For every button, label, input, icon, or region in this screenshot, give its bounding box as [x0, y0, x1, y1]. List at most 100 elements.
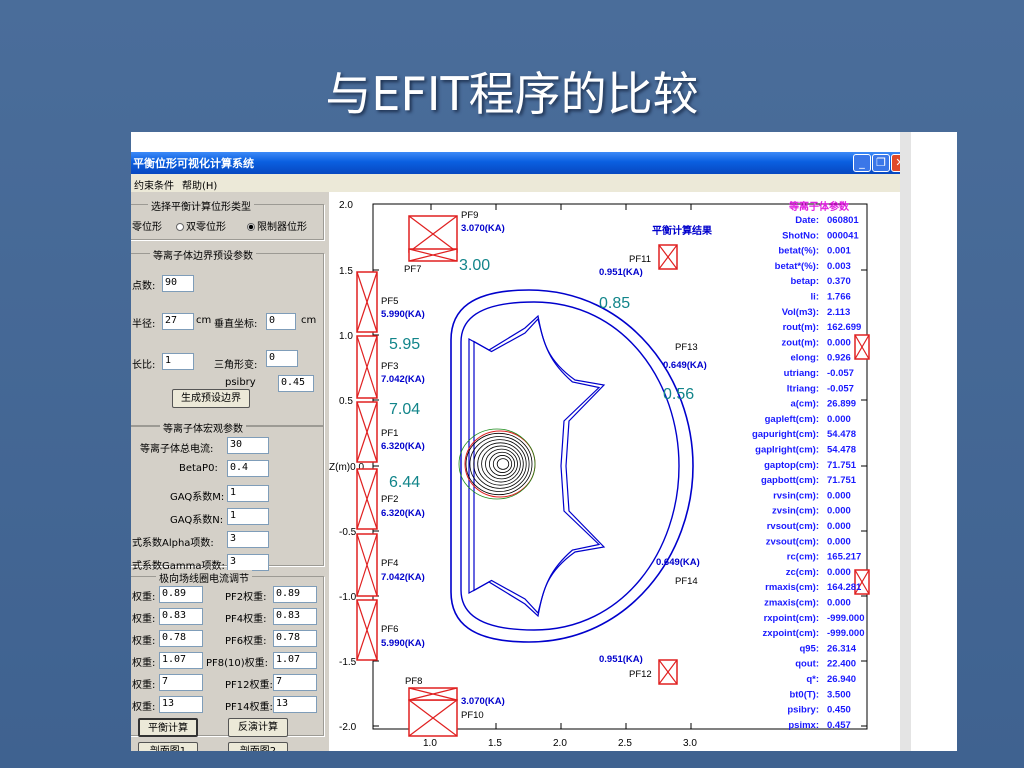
psibry-label: psibry	[225, 377, 256, 388]
x-tick-label: 2.5	[618, 738, 632, 749]
param-value: 165.217	[827, 552, 861, 563]
generate-boundary-button[interactable]: 生成预设边界	[172, 389, 250, 408]
pf-weight-label: PF14权重:	[225, 702, 273, 713]
pf-weight-input[interactable]: 0.89	[273, 586, 317, 603]
param-key: rvsin(cm):	[773, 490, 819, 501]
radius-input[interactable]: 27	[162, 313, 194, 330]
psibry-input[interactable]: 0.45	[278, 375, 314, 392]
pf-weight-label: PF12权重:	[225, 680, 273, 691]
radio-double-null-label: 双零位形	[186, 222, 226, 233]
gamma-input[interactable]: 3	[227, 554, 269, 571]
param-value: 26.940	[827, 674, 856, 685]
x-tick-label: 1.0	[423, 738, 437, 749]
param-key: rxpoint(cm):	[764, 613, 819, 624]
param-key: utriang:	[784, 368, 819, 379]
param-key: Date:	[795, 215, 819, 226]
current-input[interactable]: 30	[227, 437, 269, 454]
points-input[interactable]: 90	[162, 275, 194, 292]
param-value: 0.000	[827, 490, 851, 501]
pf-weight-input[interactable]: 7	[273, 674, 317, 691]
param-value: 1.766	[827, 292, 851, 303]
scrollbar[interactable]	[900, 132, 911, 751]
param-value: 0.000	[827, 414, 851, 425]
param-key: ltriang:	[787, 383, 819, 394]
param-value: 54.478	[827, 445, 856, 456]
radius-unit: cm	[196, 315, 212, 326]
elong-input[interactable]: 1	[162, 353, 194, 370]
gaqn-input[interactable]: 1	[227, 508, 269, 525]
gaqn-label: GAQ系数N:	[170, 515, 224, 526]
coil-weight-input[interactable]: 13	[159, 696, 203, 713]
profile1-button[interactable]: 剖面图1	[138, 742, 198, 751]
pf-weight-label: PF4权重:	[225, 614, 267, 625]
menu-help[interactable]: 帮助(H)	[182, 177, 217, 192]
coil-weight-input[interactable]: 7	[159, 674, 203, 691]
radio-limiter[interactable]: 限制器位形	[245, 218, 307, 233]
param-key: psibry:	[787, 705, 819, 716]
coil-label-pf10c: 3.070(KA)	[461, 696, 505, 707]
restore-icon[interactable]: ❐	[872, 154, 890, 172]
alpha-input[interactable]: 3	[227, 531, 269, 548]
beta-label: BetaP0:	[179, 463, 218, 474]
y-tick-label: 1.0	[339, 331, 353, 342]
coil-label-pf9: PF9	[461, 210, 478, 221]
y-tick-label: -1.5	[339, 657, 357, 668]
vcoord-label: 垂直坐标:	[214, 319, 258, 330]
beta-input[interactable]: 0.4	[227, 460, 269, 477]
inverse-calc-button[interactable]: 反演计算	[228, 718, 288, 737]
param-key: betap:	[791, 276, 820, 287]
coil-label-pf11: PF11	[629, 254, 651, 265]
equilibrium-plot-area: 2.0 1.5 1.0 0.5 Z(m)0.0 -0.5 -1.0 -1.5 -2.0 1.0 1.…	[329, 192, 911, 751]
coil-weight-input[interactable]: 0.78	[159, 630, 203, 647]
pf-weight-label: PF2权重:	[225, 592, 267, 603]
param-key: betat(%):	[778, 246, 819, 257]
macro-group-label: 等离子体宏观参数	[160, 420, 246, 435]
tri-label: 三角形变:	[214, 360, 258, 371]
coil-label-pf9c: 3.070(KA)	[461, 223, 505, 234]
param-value: 2.113	[827, 307, 850, 318]
equilibrium-calc-button[interactable]: 平衡计算	[138, 718, 198, 737]
param-key: gaplright(cm):	[755, 445, 819, 456]
coil-label-pf10: PF10	[461, 710, 484, 721]
coil-weight-input[interactable]: 0.89	[159, 586, 203, 603]
param-key: rmaxis(cm):	[765, 582, 819, 593]
pf-weight-label: PF8(10)权重:	[206, 658, 269, 669]
param-value: 0.000	[827, 536, 851, 547]
param-key: zvsout(cm):	[766, 536, 819, 547]
param-value: 22.400	[827, 659, 856, 670]
y-tick-label: -0.5	[339, 527, 357, 538]
y-tick-label: 0.5	[339, 396, 353, 407]
radio-circle-icon[interactable]	[176, 223, 184, 231]
param-key: zxpoint(cm):	[763, 628, 819, 639]
gaqm-input[interactable]: 1	[227, 485, 269, 502]
param-key: gapuright(cm):	[752, 429, 819, 440]
coil-weight-input[interactable]: 0.83	[159, 608, 203, 625]
param-value: 0.450	[827, 705, 851, 716]
result-title: 平衡计算结果	[652, 224, 713, 237]
coil-label-pf2: PF2	[381, 494, 398, 505]
efit-value: 0.85	[599, 295, 630, 312]
coil-label-pf7: PF7	[404, 264, 421, 275]
radio-selected-icon[interactable]	[247, 223, 255, 231]
pf-weight-input[interactable]: 0.83	[273, 608, 317, 625]
param-value: 0.457	[827, 720, 851, 731]
app-window: 平衡位形可视化计算系统 _ ❐ ✕ 约束条件 帮助(H) 选择平衡计算位形类型 …	[131, 152, 911, 751]
menu-constraints[interactable]: 约束条件	[134, 177, 174, 192]
coil-label-pf4: PF4	[381, 558, 398, 569]
radio-double-null[interactable]: 双零位形	[174, 218, 226, 233]
pf-weight-label: PF6权重:	[225, 636, 267, 647]
profile2-button[interactable]: 剖面图2	[228, 742, 288, 751]
param-key: ShotNo:	[782, 230, 819, 241]
tri-input[interactable]: 0	[266, 350, 298, 367]
param-key: qout:	[795, 659, 819, 670]
coil-weight-label: 权重:	[132, 614, 156, 625]
radio-single-null[interactable]: 零位形	[132, 218, 162, 233]
pf-weight-input[interactable]: 13	[273, 696, 317, 713]
boundary-group-label: 等离子体边界预设参数	[150, 247, 256, 262]
pf-weight-input[interactable]: 1.07	[273, 652, 317, 669]
vcoord-input[interactable]: 0	[266, 313, 296, 330]
y-tick-label: -2.0	[339, 722, 357, 733]
pf-weight-input[interactable]: 0.78	[273, 630, 317, 647]
coil-weight-input[interactable]: 1.07	[159, 652, 203, 669]
minimize-icon[interactable]: _	[853, 154, 871, 172]
